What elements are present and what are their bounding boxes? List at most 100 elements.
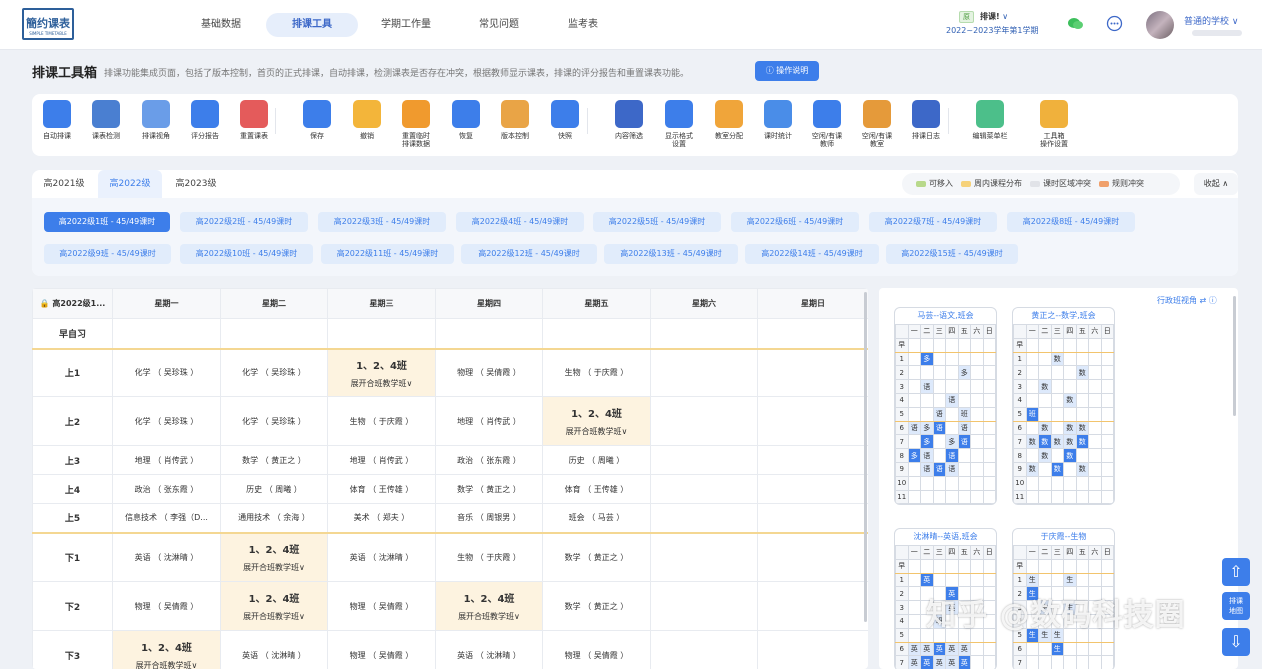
- mini-cell[interactable]: [1075, 379, 1089, 394]
- mini-cell[interactable]: [1063, 379, 1077, 394]
- mini-cell[interactable]: 生: [1063, 572, 1077, 588]
- tool-reset-temp[interactable]: 重置临时 排课数据: [391, 100, 441, 148]
- mini-cell[interactable]: 语: [932, 461, 946, 477]
- mini-cell[interactable]: [1088, 434, 1102, 450]
- lesson-cell[interactable]: 数学 （ 黄正之 ）: [542, 531, 651, 582]
- mini-cell[interactable]: [957, 475, 971, 491]
- lesson-cell[interactable]: [650, 445, 758, 475]
- lesson-cell[interactable]: [650, 503, 758, 533]
- mini-cell[interactable]: [907, 627, 921, 643]
- lesson-cell[interactable]: 生物 （ 于庆霞 ）: [435, 531, 543, 582]
- tool-schedule-check[interactable]: 课表检测: [81, 100, 131, 140]
- mini-cell[interactable]: [1100, 420, 1114, 436]
- mini-cell[interactable]: [1063, 406, 1077, 422]
- mini-cell[interactable]: [982, 406, 996, 422]
- mini-cell[interactable]: [1075, 641, 1089, 657]
- mini-cell[interactable]: [1038, 461, 1052, 477]
- mini-cell[interactable]: 英: [907, 641, 921, 657]
- mini-cell[interactable]: [1025, 365, 1039, 381]
- mini-cell[interactable]: [1050, 365, 1064, 381]
- nav-schedule-tools[interactable]: 排课工具: [266, 13, 358, 37]
- mini-cell[interactable]: 语: [920, 461, 934, 477]
- lesson-cell[interactable]: 物理 （ 吴倩霞 ）: [112, 581, 221, 631]
- lesson-cell[interactable]: 体育 （ 王传雄 ）: [327, 474, 436, 504]
- mini-cell[interactable]: [957, 337, 971, 353]
- mini-cell[interactable]: [932, 351, 946, 367]
- teacher-mini-schedule[interactable]: 黄正之--数学,班会一二三四五六日早 1 数 2 数 3 数 4 数 5 班 6 数数数 7 数数数数数 8 数…: [1012, 307, 1115, 506]
- lesson-cell[interactable]: 物理 （ 吴倩霞 ）: [327, 581, 436, 631]
- mini-cell[interactable]: [907, 600, 921, 615]
- class-chip[interactable]: 高2022级13班 - 45/49课时: [604, 244, 738, 264]
- mini-cell[interactable]: [1088, 406, 1102, 422]
- mini-cell[interactable]: [982, 572, 996, 588]
- mini-cell[interactable]: [945, 558, 959, 574]
- mini-cell[interactable]: [1100, 337, 1114, 353]
- mini-cell[interactable]: [957, 572, 971, 588]
- class-chip[interactable]: 高2022级6班 - 45/49课时: [731, 212, 859, 232]
- mini-cell[interactable]: 数: [1038, 379, 1052, 394]
- lesson-cell[interactable]: 班会 （ 马芸 ）: [542, 503, 651, 533]
- mini-cell[interactable]: [970, 365, 984, 381]
- mini-cell[interactable]: [1075, 489, 1089, 505]
- mini-cell[interactable]: [957, 351, 971, 367]
- mini-cell[interactable]: 数: [1063, 420, 1077, 436]
- lesson-cell[interactable]: [542, 318, 651, 349]
- tool-auto-schedule[interactable]: 自动排课: [32, 100, 82, 140]
- mini-cell[interactable]: [957, 558, 971, 574]
- mini-cell[interactable]: 多: [957, 365, 971, 381]
- mini-cell[interactable]: [957, 461, 971, 477]
- mini-cell[interactable]: [1050, 379, 1064, 394]
- mini-cell[interactable]: [1100, 448, 1114, 463]
- merged-class-cell[interactable]: 1、2、4班 展开合班教学班∨: [112, 630, 221, 669]
- expand-merged-link[interactable]: 展开合班教学班∨: [566, 427, 628, 436]
- mini-cell[interactable]: [932, 365, 946, 381]
- lesson-cell[interactable]: 物理 （ 吴倩霞 ）: [327, 630, 436, 669]
- mini-cell[interactable]: 数: [1050, 461, 1064, 477]
- mini-cell[interactable]: [1038, 365, 1052, 381]
- tab-grade-2021[interactable]: 高2021级: [32, 170, 96, 198]
- mini-cell[interactable]: [945, 379, 959, 394]
- tab-grade-2023[interactable]: 高2023级: [164, 170, 228, 198]
- mini-cell[interactable]: [1063, 461, 1077, 477]
- mini-cell[interactable]: [1063, 337, 1077, 353]
- mini-cell[interactable]: [1038, 351, 1052, 367]
- mini-cell[interactable]: [1038, 392, 1052, 408]
- class-chip[interactable]: 高2022级9班 - 45/49课时: [44, 244, 171, 264]
- mini-cell[interactable]: [1088, 655, 1102, 669]
- lesson-cell[interactable]: 音乐 （ 周银男 ）: [435, 503, 543, 533]
- mini-cell[interactable]: [932, 379, 946, 394]
- lesson-cell[interactable]: 英语 （ 沈淋晴 ）: [327, 531, 436, 582]
- tab-grade-2022[interactable]: 高2022级: [98, 170, 162, 198]
- mini-cell[interactable]: [1025, 392, 1039, 408]
- expand-merged-link[interactable]: 展开合班教学班∨: [243, 612, 305, 621]
- help-button[interactable]: ⓘ 操作说明: [755, 61, 819, 81]
- lesson-cell[interactable]: [650, 396, 758, 446]
- lesson-cell[interactable]: [757, 445, 868, 475]
- mini-cell[interactable]: [945, 365, 959, 381]
- mini-cell[interactable]: [1100, 572, 1114, 588]
- expand-merged-link[interactable]: 展开合班教学班∨: [458, 612, 520, 621]
- tool-log[interactable]: 排课日志: [901, 100, 951, 140]
- mini-cell[interactable]: [1063, 641, 1077, 657]
- mini-cell[interactable]: 数: [1038, 434, 1052, 450]
- mini-cell[interactable]: 语: [945, 461, 959, 477]
- class-chip[interactable]: 高2022级12班 - 45/49课时: [461, 244, 597, 264]
- lesson-cell[interactable]: 地理 （ 肖传武 ）: [435, 396, 543, 446]
- merged-class-cell[interactable]: 1、2、4班 展开合班教学班∨: [542, 396, 651, 446]
- mini-cell[interactable]: [1063, 489, 1077, 505]
- lesson-cell[interactable]: [650, 531, 758, 582]
- logo[interactable]: 簡约课表 SIMPLE TIMETABLE: [22, 8, 74, 40]
- lesson-cell[interactable]: [757, 474, 868, 504]
- lesson-cell[interactable]: 化学 （ 吴珍珠 ）: [112, 396, 221, 446]
- mini-cell[interactable]: [945, 406, 959, 422]
- mini-cell[interactable]: [970, 434, 984, 450]
- tool-score-report[interactable]: 评分报告: [180, 100, 230, 140]
- mini-cell[interactable]: [1025, 337, 1039, 353]
- class-chip[interactable]: 高2022级11班 - 45/49课时: [321, 244, 454, 264]
- merged-class-cell[interactable]: 1、2、4班 展开合班教学班∨: [327, 347, 436, 397]
- mini-cell[interactable]: [1050, 489, 1064, 505]
- mini-cell[interactable]: 数: [1050, 434, 1064, 450]
- collapse-button[interactable]: 收起 ∧: [1194, 173, 1238, 195]
- mini-cell[interactable]: 数: [1075, 365, 1089, 381]
- mini-cell[interactable]: [932, 489, 946, 505]
